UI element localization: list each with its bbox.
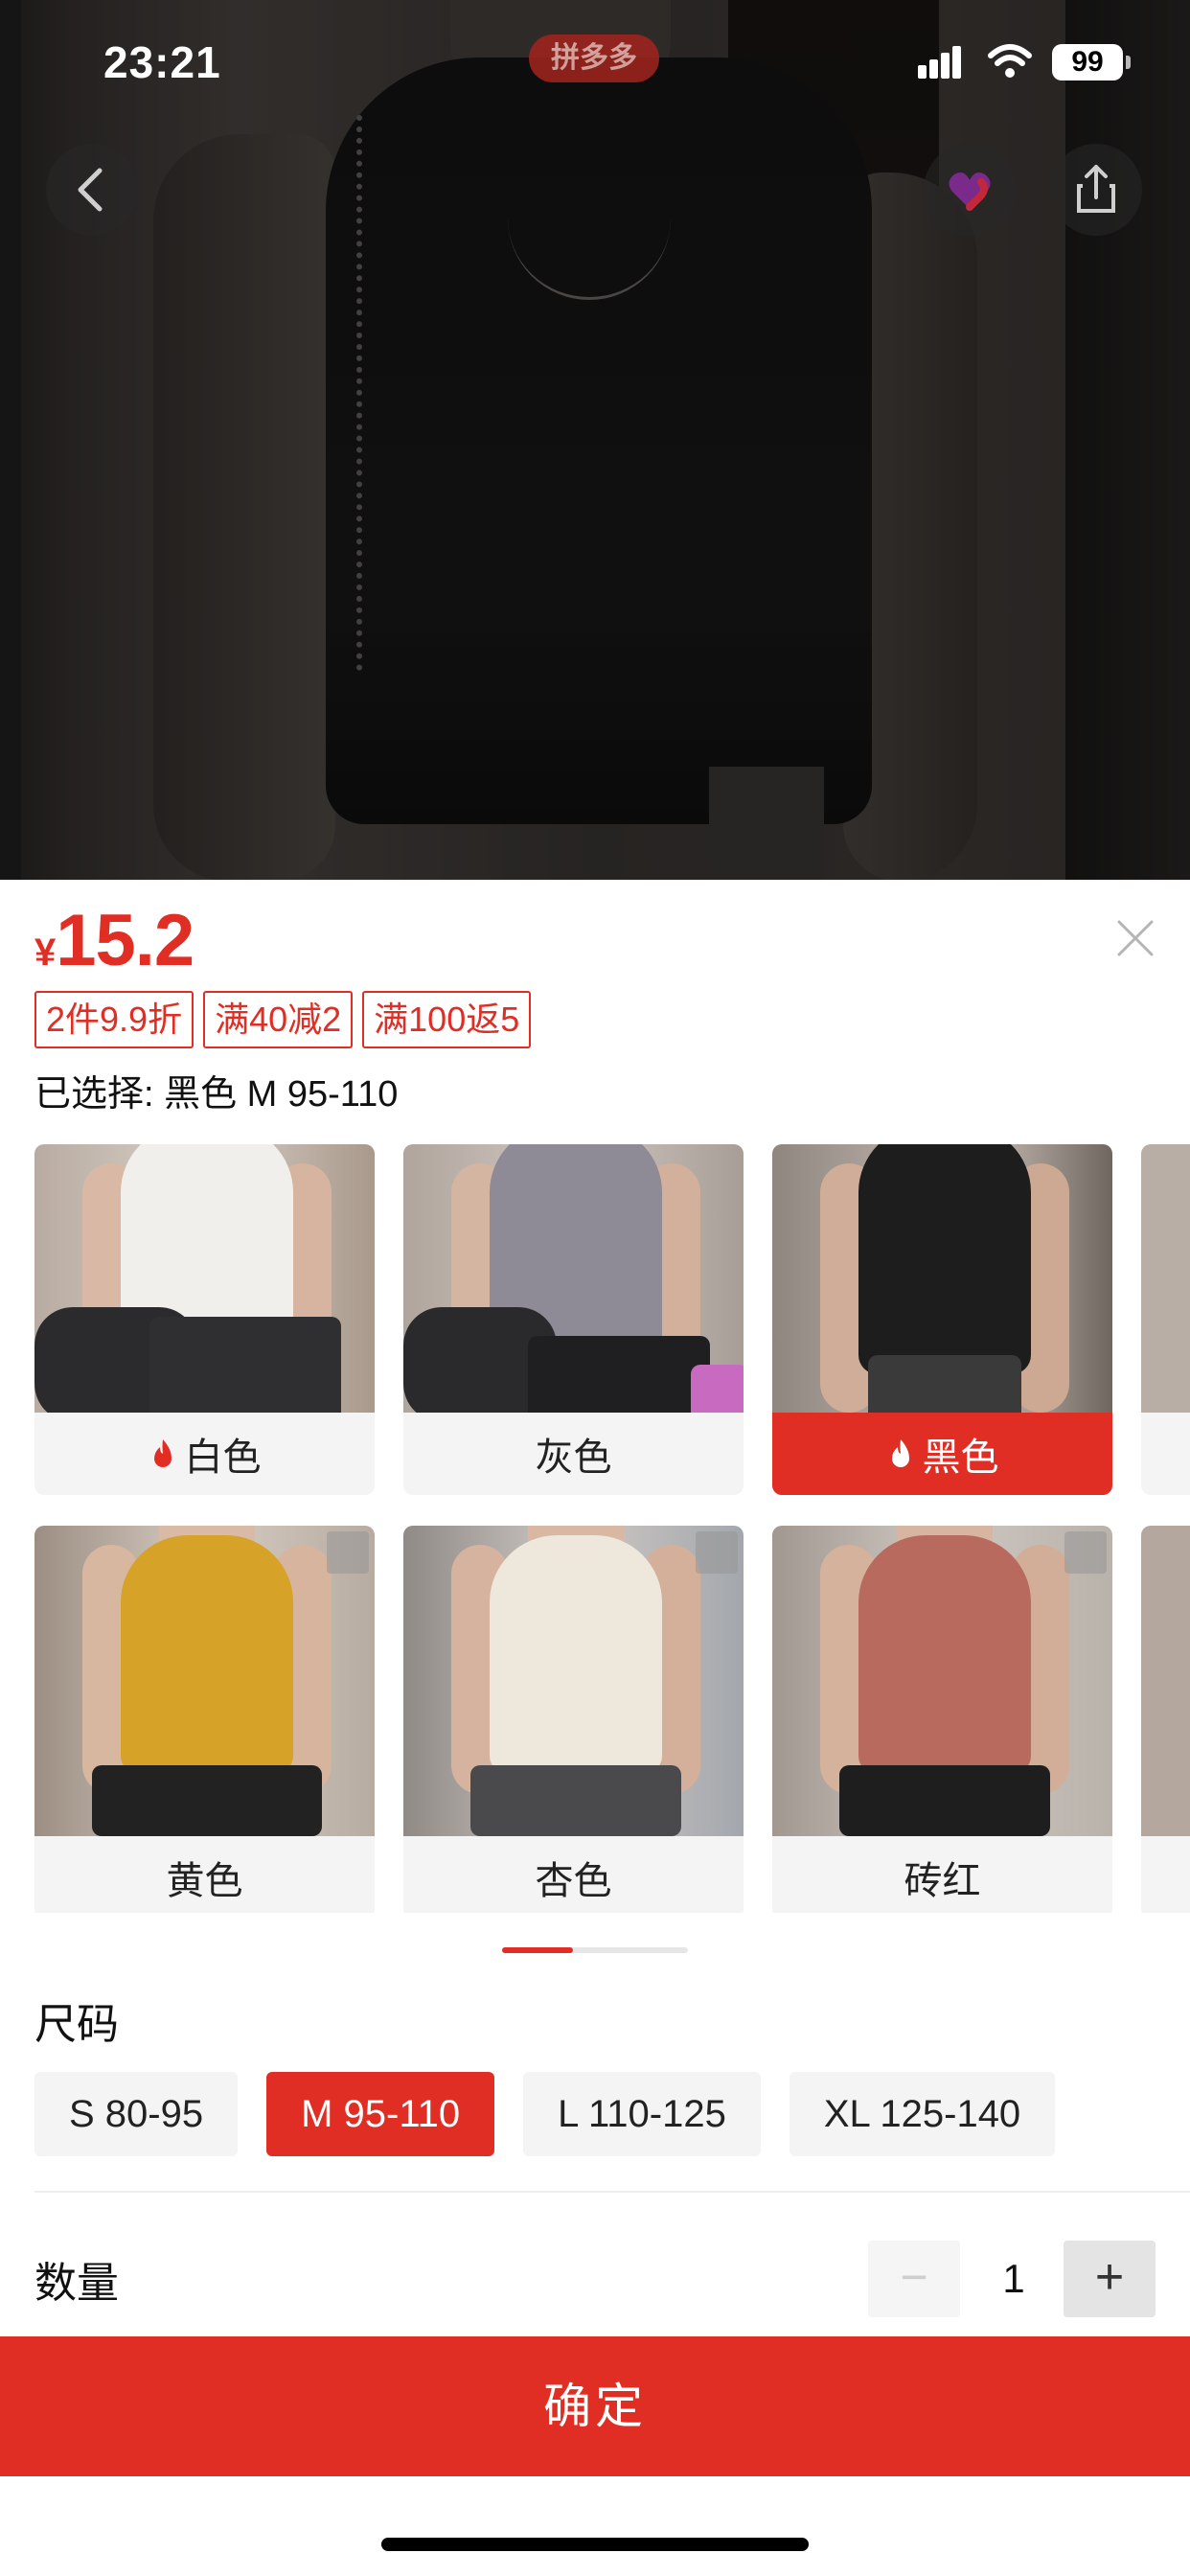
- color-thumbnail: [34, 1526, 375, 1836]
- app-name-pill: 拼多多: [529, 34, 659, 82]
- promo-tag: 2件9.9折: [34, 991, 195, 1048]
- color-scroll-indicator: [502, 1947, 688, 1953]
- size-option-m[interactable]: M 95-110: [266, 2072, 495, 2156]
- color-thumbnail: [772, 1144, 1112, 1413]
- color-label: 砖红: [904, 1860, 981, 1902]
- flame-icon: [153, 1439, 172, 1467]
- color-option-more[interactable]: [1141, 1526, 1190, 1913]
- expand-icon[interactable]: [696, 1531, 738, 1574]
- color-option-gray[interactable]: 灰色: [403, 1144, 744, 1495]
- color-label: 白色: [34, 1413, 375, 1495]
- color-option-brick-red[interactable]: 砖红: [772, 1526, 1112, 1913]
- color-thumbnail: [403, 1526, 744, 1836]
- currency-symbol: ¥: [34, 932, 57, 974]
- confirm-button[interactable]: 确定: [0, 2336, 1190, 2476]
- share-button[interactable]: [1050, 144, 1142, 236]
- battery-indicator: 99: [1052, 44, 1131, 80]
- sku-selection-sheet: ¥15.2 2件9.9折 满40减2 满100返5 已选择: 黑色 M 95-1…: [0, 880, 1190, 2576]
- color-label: 杏色: [535, 1860, 612, 1902]
- favorite-button[interactable]: [924, 144, 1016, 236]
- cellular-signal-icon: [918, 44, 968, 79]
- expand-icon[interactable]: [327, 1531, 369, 1574]
- color-option-white[interactable]: 白色: [34, 1144, 375, 1495]
- share-icon: [1077, 165, 1115, 213]
- divider: [34, 2191, 1190, 2193]
- quantity-decrement-button[interactable]: −: [868, 2241, 960, 2317]
- price-value: 15.2: [56, 900, 195, 981]
- promo-tag: 满100返5: [362, 991, 532, 1048]
- home-indicator[interactable]: [381, 2538, 809, 2551]
- color-label: 黑色: [772, 1413, 1112, 1495]
- color-option-yellow[interactable]: 黄色: [34, 1526, 375, 1913]
- price: ¥15.2: [34, 899, 195, 982]
- modal-dim-overlay: [0, 0, 1190, 880]
- promo-tags: 2件9.9折 满40减2 满100返5: [34, 991, 532, 1048]
- size-option-l[interactable]: L 110-125: [523, 2072, 761, 2156]
- chevron-left-icon: [78, 168, 103, 212]
- quantity-increment-button[interactable]: +: [1064, 2241, 1156, 2317]
- color-thumbnail: [772, 1526, 1112, 1836]
- quantity-title: 数量: [34, 2260, 119, 2307]
- color-option-black[interactable]: 黑色: [772, 1144, 1112, 1495]
- color-scroll-thumb: [502, 1947, 573, 1953]
- color-label: 黄色: [166, 1860, 243, 1902]
- product-photo-backdrop[interactable]: 23:21 拼多多 99: [0, 0, 1190, 880]
- selected-summary: 已选择: 黑色 M 95-110: [34, 1074, 399, 1115]
- promo-tag: 满40减2: [203, 991, 354, 1048]
- quantity-value[interactable]: 1: [987, 2241, 1041, 2317]
- size-options: S 80-95 M 95-110 L 110-125 XL 125-140: [34, 2072, 1056, 2156]
- back-button[interactable]: [46, 144, 138, 236]
- color-options-grid[interactable]: 白色 灰色 黑色 黄色 杏色 砖红: [34, 1144, 1190, 1913]
- status-time: 23:21: [103, 37, 221, 87]
- size-title: 尺码: [34, 2001, 119, 2048]
- expand-icon[interactable]: [1064, 1531, 1107, 1574]
- color-option-more[interactable]: [1141, 1144, 1190, 1495]
- close-icon[interactable]: [1111, 914, 1159, 962]
- color-option-apricot[interactable]: 杏色: [403, 1526, 744, 1913]
- flame-icon: [891, 1439, 909, 1467]
- size-option-xl[interactable]: XL 125-140: [789, 2072, 1056, 2156]
- color-thumbnail: [403, 1144, 744, 1413]
- wifi-icon: [988, 44, 1032, 78]
- color-label: 灰色: [535, 1437, 612, 1479]
- color-thumbnail: [34, 1144, 375, 1413]
- heart-icon: [949, 172, 991, 211]
- size-option-s[interactable]: S 80-95: [34, 2072, 239, 2156]
